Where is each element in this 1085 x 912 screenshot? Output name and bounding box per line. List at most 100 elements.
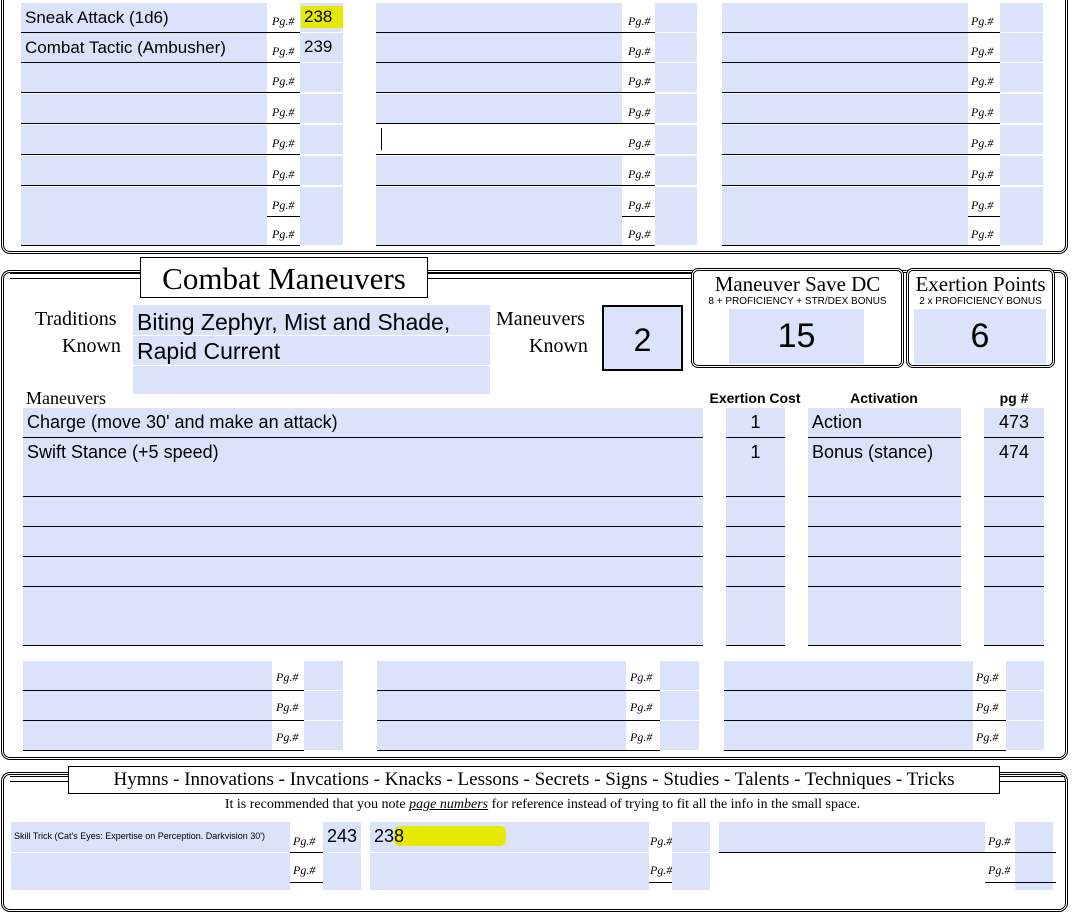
extra-pg-field[interactable] bbox=[1006, 691, 1044, 720]
feature-pg-field[interactable] bbox=[1000, 156, 1043, 185]
maneuver-name-field[interactable] bbox=[23, 616, 703, 645]
feature-name-field[interactable] bbox=[722, 94, 968, 123]
feature-name-field[interactable] bbox=[376, 216, 622, 245]
maneuver-pg-field[interactable] bbox=[984, 497, 1044, 526]
feature-pg-field[interactable] bbox=[300, 63, 343, 92]
maneuver-activation-field[interactable] bbox=[808, 587, 961, 616]
feature-pg-field[interactable] bbox=[1000, 94, 1043, 123]
feature-name-field[interactable] bbox=[722, 63, 968, 92]
hymn-name-field[interactable] bbox=[719, 822, 985, 852]
maneuver-name-field[interactable] bbox=[23, 497, 703, 526]
maneuver-pg-field[interactable] bbox=[984, 587, 1044, 616]
feature-pg-field[interactable] bbox=[655, 94, 697, 123]
extra-pg-field[interactable] bbox=[304, 661, 343, 690]
exertion-field[interactable]: 6 bbox=[914, 309, 1046, 364]
extra-pg-field[interactable] bbox=[660, 661, 699, 690]
maneuver-activation-field[interactable] bbox=[808, 497, 961, 526]
feature-name-field[interactable] bbox=[376, 125, 622, 154]
feature-pg-field[interactable] bbox=[655, 33, 697, 62]
maneuver-activation-field[interactable] bbox=[808, 467, 961, 496]
feature-pg-field[interactable] bbox=[655, 156, 697, 185]
feature-pg-field[interactable] bbox=[1000, 216, 1043, 245]
hymn-pg-field[interactable] bbox=[672, 853, 710, 890]
maneuver-activation-field[interactable] bbox=[808, 527, 961, 556]
extra-name-field[interactable] bbox=[377, 691, 626, 720]
feature-pg-field[interactable] bbox=[300, 187, 343, 216]
feature-pg-field[interactable] bbox=[300, 125, 343, 154]
feature-name-field[interactable] bbox=[722, 3, 968, 32]
feature-pg-field[interactable] bbox=[655, 125, 697, 154]
feature-name-field[interactable] bbox=[722, 156, 968, 185]
maneuver-activation-field[interactable] bbox=[808, 616, 961, 645]
maneuver-name-field[interactable] bbox=[23, 467, 703, 496]
maneuver-name-field[interactable] bbox=[23, 527, 703, 556]
feature-pg-field[interactable] bbox=[1000, 3, 1043, 32]
feature-pg-field[interactable] bbox=[300, 156, 343, 185]
maneuver-pg-field[interactable] bbox=[984, 616, 1044, 645]
hymn-name-field[interactable] bbox=[11, 853, 290, 890]
feature-pg-field[interactable] bbox=[1000, 33, 1043, 62]
feature-name-field[interactable] bbox=[722, 187, 968, 216]
extra-pg-field[interactable] bbox=[304, 721, 343, 750]
maneuver-activation-field[interactable] bbox=[808, 557, 961, 586]
maneuver-name-field[interactable] bbox=[23, 557, 703, 586]
maneuver-pg-field[interactable] bbox=[984, 467, 1044, 496]
feature-pg-field[interactable] bbox=[300, 94, 343, 123]
feature-pg-field[interactable] bbox=[1000, 63, 1043, 92]
extra-pg-field[interactable] bbox=[660, 691, 699, 720]
extra-name-field[interactable] bbox=[23, 721, 272, 750]
save-dc-field[interactable]: 15 bbox=[729, 309, 864, 364]
maneuver-cost-field[interactable] bbox=[726, 497, 785, 526]
extra-name-field[interactable] bbox=[377, 661, 626, 690]
maneuver-cost-field[interactable] bbox=[726, 587, 785, 616]
hymn-name-field[interactable] bbox=[370, 853, 649, 890]
extra-name-field[interactable] bbox=[377, 721, 626, 750]
feature-name-field[interactable] bbox=[21, 156, 267, 185]
extra-pg-field[interactable] bbox=[660, 721, 699, 750]
maneuver-cost-field[interactable] bbox=[726, 616, 785, 645]
traditions-field-3[interactable] bbox=[133, 366, 490, 394]
maneuver-name-field[interactable] bbox=[23, 587, 703, 616]
hymns-title: Hymns - Innovations - Invcations - Knack… bbox=[113, 769, 955, 790]
maneuver-cost-field[interactable] bbox=[726, 467, 785, 496]
extra-name-field[interactable] bbox=[724, 721, 973, 750]
maneuver-pg-field[interactable] bbox=[984, 527, 1044, 556]
feature-name-field[interactable] bbox=[21, 125, 267, 154]
feature-pg-field[interactable] bbox=[655, 216, 697, 245]
maneuvers-known-box[interactable]: 2 bbox=[602, 305, 683, 371]
feature-name-field[interactable] bbox=[376, 63, 622, 92]
feature-name-field[interactable] bbox=[376, 94, 622, 123]
feature-name-field[interactable] bbox=[376, 3, 622, 32]
maneuver-cost-field[interactable] bbox=[726, 557, 785, 586]
extra-name-field[interactable] bbox=[724, 661, 973, 690]
extra-name-field[interactable] bbox=[724, 691, 973, 720]
feature-pg-field[interactable] bbox=[655, 187, 697, 216]
feature-pg-field[interactable] bbox=[1000, 125, 1043, 154]
hymn-pg-field[interactable] bbox=[1015, 822, 1053, 852]
hymn-pg-field[interactable] bbox=[323, 853, 361, 890]
feature-name-field[interactable] bbox=[376, 33, 622, 62]
feature-name-field[interactable] bbox=[722, 33, 968, 62]
feature-pg-field[interactable] bbox=[655, 63, 697, 92]
feature-name-field[interactable] bbox=[376, 187, 622, 216]
feature-name-field[interactable] bbox=[376, 156, 622, 185]
feature-name-field[interactable] bbox=[21, 216, 267, 245]
feature-pg-field[interactable] bbox=[1000, 187, 1043, 216]
extra-pg-field[interactable] bbox=[1006, 661, 1044, 690]
extra-pg-field[interactable] bbox=[1006, 721, 1044, 750]
extra-name-field[interactable] bbox=[23, 661, 272, 690]
extra-name-field[interactable] bbox=[23, 691, 272, 720]
feature-name-field[interactable] bbox=[21, 187, 267, 216]
hymn-name-field[interactable] bbox=[719, 853, 985, 890]
hymn-pg-field[interactable] bbox=[672, 822, 710, 852]
feature-name-field[interactable] bbox=[21, 94, 267, 123]
extra-pg-field[interactable] bbox=[304, 691, 343, 720]
feature-name-field[interactable] bbox=[722, 216, 968, 245]
maneuver-cost-field[interactable] bbox=[726, 527, 785, 556]
hymn-pg-field[interactable] bbox=[1015, 853, 1053, 890]
maneuver-pg-field[interactable] bbox=[984, 557, 1044, 586]
feature-pg-field[interactable] bbox=[300, 216, 343, 245]
feature-pg-field[interactable] bbox=[655, 3, 697, 32]
feature-name-field[interactable] bbox=[21, 63, 267, 92]
feature-name-field[interactable] bbox=[722, 125, 968, 154]
